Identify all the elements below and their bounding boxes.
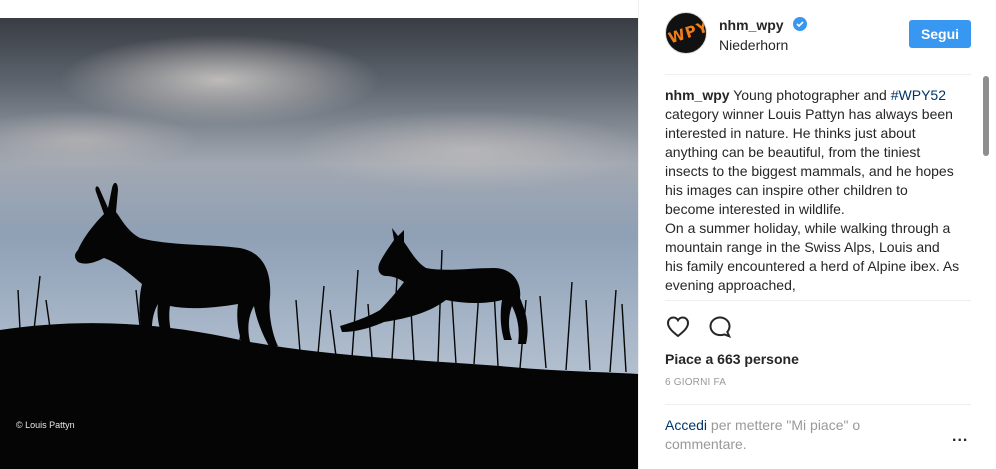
caption-body-text: category winner Louis Pattyn has always …: [665, 106, 954, 217]
scrollbar-thumb[interactable]: [983, 76, 989, 156]
post-header: WPY nhm_wpy Niederhorn Segui: [639, 0, 996, 72]
comment-icon[interactable]: [707, 314, 733, 340]
caption-scrollbar[interactable]: [982, 76, 989, 298]
caption-divider: [665, 300, 971, 301]
avatar[interactable]: WPY: [665, 12, 707, 54]
photo-credit: © Louis Pattyn: [16, 420, 75, 430]
ibex-silhouette-image: [0, 0, 638, 469]
location-link[interactable]: Niederhorn: [719, 37, 788, 53]
caption-username-link[interactable]: nhm_wpy: [665, 87, 730, 103]
post-photo[interactable]: © Louis Pattyn: [0, 0, 638, 469]
caption-body-text-2: On a summer holiday, while walking throu…: [665, 220, 960, 293]
header-divider: [665, 74, 971, 75]
more-options-button[interactable]: ...: [952, 428, 968, 446]
login-prompt: Accedi per mettere "Mi piace" o commenta…: [665, 416, 925, 454]
caption-lead-text: Young photographer and: [729, 87, 891, 103]
post-actions: [665, 314, 745, 342]
footer-divider: [665, 404, 971, 405]
caption-hashtag-link[interactable]: #WPY52: [891, 87, 946, 103]
post-side-panel: WPY nhm_wpy Niederhorn Segui nhm_wpy You…: [638, 0, 996, 469]
username-link[interactable]: nhm_wpy: [719, 17, 784, 33]
caption-scroll-area[interactable]: nhm_wpy Young photographer and #WPY52 ca…: [665, 86, 961, 298]
heart-icon[interactable]: [665, 314, 691, 340]
post-timestamp: 6 GIORNI FA: [665, 377, 727, 388]
likes-count[interactable]: Piace a 663 persone: [665, 351, 799, 367]
post-caption: nhm_wpy Young photographer and #WPY52 ca…: [665, 86, 961, 295]
follow-button[interactable]: Segui: [909, 20, 971, 48]
avatar-logo-text: WPY: [666, 17, 707, 48]
login-link[interactable]: Accedi: [665, 417, 707, 433]
verified-badge-icon: [793, 17, 807, 31]
